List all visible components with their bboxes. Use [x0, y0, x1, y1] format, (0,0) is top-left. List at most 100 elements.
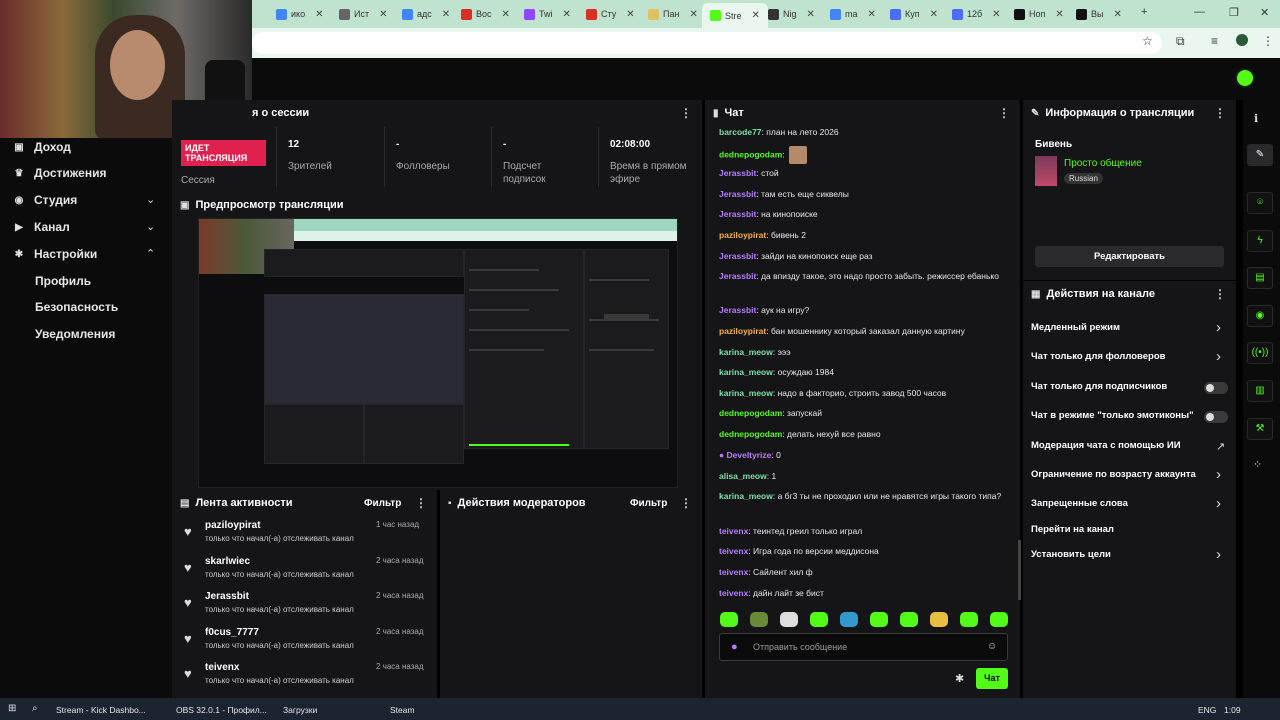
- emote[interactable]: [990, 612, 1008, 627]
- tab-close-icon[interactable]: ✕: [992, 9, 1000, 20]
- apps-icon[interactable]: ⁘: [1253, 458, 1262, 471]
- chat-username[interactable]: Jerassbit: [719, 271, 756, 281]
- chat-username[interactable]: karina_meow: [719, 347, 773, 357]
- browser-tab[interactable]: Вос ✕: [461, 5, 510, 23]
- maximize-button[interactable]: ❐: [1229, 6, 1239, 19]
- chat-username[interactable]: dednepogodam: [719, 149, 782, 159]
- browser-tab[interactable]: Nig ✕: [768, 5, 815, 23]
- search-icon[interactable]: ⌕: [32, 703, 38, 714]
- chat-username[interactable]: Develtyrize: [727, 450, 772, 460]
- activity-username[interactable]: Jerassbit: [205, 591, 249, 602]
- lightning-icon[interactable]: ϟ: [1247, 230, 1273, 252]
- windows-start-icon[interactable]: ⊞: [8, 703, 16, 714]
- tab-close-icon[interactable]: ✕: [563, 9, 571, 20]
- browser-tab[interactable]: Вы ✕: [1076, 5, 1122, 23]
- chat-username[interactable]: paziloypirat: [719, 326, 766, 336]
- tab-close-icon[interactable]: ✕: [807, 9, 815, 20]
- tab-close-icon[interactable]: ✕: [626, 9, 634, 20]
- emoji-icon[interactable]: ☺: [987, 641, 997, 652]
- activity-username[interactable]: teivenx: [205, 662, 239, 673]
- tab-close-icon[interactable]: ✕: [689, 9, 697, 20]
- minimize-button[interactable]: —: [1194, 6, 1205, 18]
- url-input[interactable]: [252, 32, 1162, 54]
- tab-close-icon[interactable]: ✕: [752, 10, 760, 21]
- browser-tab[interactable]: Сту ✕: [586, 5, 635, 23]
- channel-action-item[interactable]: Установить цели: [1031, 549, 1111, 560]
- user-avatar[interactable]: [1235, 68, 1255, 88]
- close-window-button[interactable]: ✕: [1260, 6, 1269, 19]
- chevron-up-icon[interactable]: ⌃: [146, 247, 155, 260]
- browser-tab[interactable]: Ист ✕: [339, 5, 387, 23]
- chevron-right-icon[interactable]: ›: [1216, 546, 1221, 563]
- more-options-icon[interactable]: ⋮: [998, 106, 1010, 120]
- emote[interactable]: [900, 612, 918, 627]
- browser-tab[interactable]: Пан ✕: [648, 5, 698, 23]
- tab-close-icon[interactable]: ✕: [442, 9, 450, 20]
- chat-username[interactable]: dednepogodam: [719, 408, 782, 418]
- sidebar-item-channel[interactable]: ▶ Канал: [14, 220, 70, 234]
- taskbar-item-obs[interactable]: OBS 32.0.1 - Профил...: [176, 705, 267, 715]
- more-options-icon[interactable]: ⋮: [1214, 106, 1226, 120]
- stream-category[interactable]: Просто общение: [1064, 158, 1142, 169]
- chat-bubble-icon[interactable]: ◉: [1247, 305, 1273, 327]
- chat-username[interactable]: karina_meow: [719, 491, 773, 501]
- browser-tab[interactable]: Twi ✕: [524, 5, 571, 23]
- activity-filter-button[interactable]: Фильтр: [364, 498, 401, 509]
- tab-close-icon[interactable]: ✕: [1055, 9, 1063, 20]
- channel-action-item[interactable]: Запрещенные слова: [1031, 498, 1128, 509]
- tab-close-icon[interactable]: ✕: [502, 9, 510, 20]
- browser-menu-icon[interactable]: ⋮: [1262, 34, 1274, 48]
- activity-username[interactable]: skarlwiec: [205, 556, 250, 567]
- extensions-icon[interactable]: ⧉: [1176, 34, 1185, 49]
- tab-close-icon[interactable]: ✕: [315, 9, 323, 20]
- emote[interactable]: [780, 612, 798, 627]
- chat-send-button[interactable]: Чат: [976, 668, 1008, 689]
- edit-stream-button[interactable]: Редактировать: [1035, 246, 1224, 267]
- chat-username[interactable]: Jerassbit: [719, 209, 756, 219]
- sidebar-item-settings[interactable]: ✱ Настройки: [14, 247, 98, 261]
- toggle-switch[interactable]: [1204, 411, 1228, 423]
- chat-username[interactable]: teivenx: [719, 526, 748, 536]
- microphone-icon[interactable]: ●: [731, 641, 738, 653]
- chat-username[interactable]: Jerassbit: [719, 189, 756, 199]
- chat-username[interactable]: karina_meow: [719, 367, 773, 377]
- emote[interactable]: [750, 612, 768, 627]
- activity-username[interactable]: f0cus_7777: [205, 627, 259, 638]
- wrench-icon[interactable]: ⚒: [1247, 418, 1273, 440]
- list-icon[interactable]: ▤: [1247, 267, 1273, 289]
- new-tab-button[interactable]: +: [1141, 6, 1147, 18]
- chat-username[interactable]: alisa_meow: [719, 471, 767, 481]
- profile-avatar-icon[interactable]: [1236, 34, 1248, 46]
- taskbar-item-browser[interactable]: Stream - Kick Dashbo...: [56, 705, 146, 715]
- chevron-down-icon[interactable]: ⌄: [146, 220, 155, 233]
- chat-username[interactable]: teivenx: [719, 567, 748, 577]
- chat-username[interactable]: Jerassbit: [719, 305, 756, 315]
- browser-tab[interactable]: адс ✕: [402, 5, 450, 23]
- browser-tab[interactable]: ma ✕: [830, 5, 876, 23]
- more-options-icon[interactable]: ⋮: [415, 496, 427, 510]
- chat-settings-icon[interactable]: ✱: [955, 672, 964, 685]
- chat-username[interactable]: Jerassbit: [719, 168, 756, 178]
- stream-preview-video[interactable]: [198, 218, 678, 488]
- chat-username[interactable]: dednepogodam: [719, 429, 782, 439]
- toggle-switch[interactable]: [1204, 382, 1228, 394]
- channel-action-item[interactable]: Чат только для подписчиков: [1031, 381, 1167, 392]
- external-link-icon[interactable]: ↗: [1216, 440, 1225, 453]
- chat-username[interactable]: teivenx: [719, 546, 748, 556]
- chat-username[interactable]: barcode77: [719, 127, 762, 137]
- more-options-icon[interactable]: ⋮: [1214, 287, 1226, 301]
- chevron-right-icon[interactable]: ›: [1216, 319, 1221, 336]
- browser-tab[interactable]: Ноп ✕: [1014, 5, 1064, 23]
- moderator-filter-button[interactable]: Фильтр: [630, 498, 667, 509]
- more-options-icon[interactable]: ⋮: [680, 496, 692, 510]
- channel-action-item[interactable]: Чат только для фолловеров: [1031, 351, 1165, 362]
- more-options-icon[interactable]: ⋮: [680, 106, 692, 120]
- emote[interactable]: [870, 612, 888, 627]
- chat-username[interactable]: paziloypirat: [719, 230, 766, 240]
- emote[interactable]: [720, 612, 738, 627]
- chevron-right-icon[interactable]: ›: [1216, 466, 1221, 483]
- emote[interactable]: [960, 612, 978, 627]
- chat-message-input[interactable]: Отправить сообщение: [719, 633, 1008, 661]
- bookmark-star-icon[interactable]: ☆: [1142, 34, 1153, 48]
- sidebar-item-achievements[interactable]: ♛ Достижения: [14, 166, 107, 180]
